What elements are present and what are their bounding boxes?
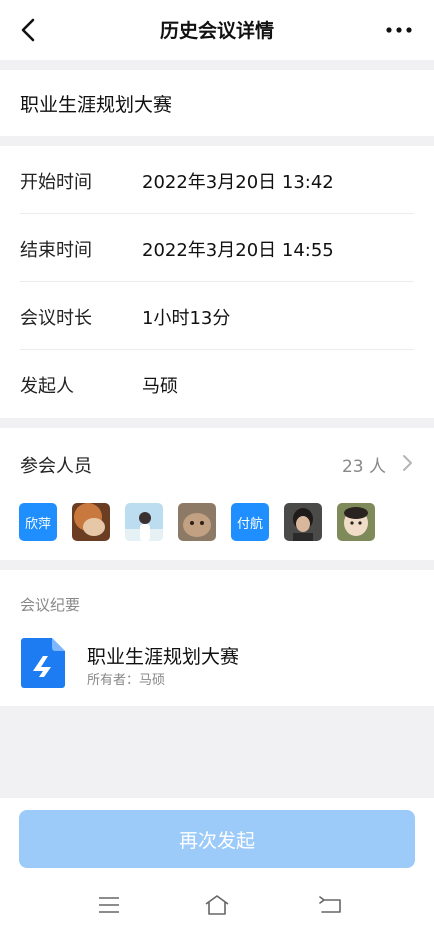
info-label: 开始时间 <box>20 172 92 193</box>
avatar[interactable] <box>337 503 375 541</box>
photo-avatar <box>178 503 216 541</box>
avatar[interactable]: 付航 <box>231 503 269 541</box>
meeting-info-card: 开始时间 2022年3月20日 13:42 结束时间 2022年3月20日 14… <box>0 146 434 418</box>
document-icon[interactable] <box>21 638 65 688</box>
photo-avatar <box>337 503 375 541</box>
avatar[interactable] <box>178 503 216 541</box>
more-horizontal-icon[interactable] <box>384 18 414 42</box>
summary-doc-title[interactable]: 职业生涯规划大赛 <box>87 642 239 669</box>
avatar[interactable]: 欣萍 <box>19 503 57 541</box>
info-value: 马硕 <box>142 376 178 397</box>
bottom-action-area: 再次发起 <box>0 798 434 931</box>
photo-avatar <box>125 503 163 541</box>
info-row-end-time: 结束时间 2022年3月20日 14:55 <box>0 214 434 282</box>
info-value: 2022年3月20日 13:42 <box>142 172 334 193</box>
page-title: 历史会议详情 <box>159 20 274 42</box>
info-row-duration: 会议时长 1小时13分 <box>0 282 434 350</box>
top-nav-bar: 历史会议详情 <box>0 0 434 60</box>
meeting-summary-card: 会议纪要 职业生涯规划大赛 所有者：马硕 <box>0 570 434 706</box>
photo-avatar <box>284 503 322 541</box>
chevron-right-icon[interactable] <box>400 454 414 472</box>
back-nav-icon[interactable] <box>318 894 344 916</box>
info-row-host: 发起人 马硕 <box>0 350 434 418</box>
avatar[interactable] <box>72 503 110 541</box>
attendees-card[interactable]: 参会人员 23 人 欣萍 付航 <box>0 428 434 560</box>
meeting-name-card: 职业生涯规划大赛 <box>0 70 434 136</box>
menu-icon[interactable] <box>96 894 122 916</box>
summary-doc-owner: 所有者：马硕 <box>87 673 166 688</box>
info-value: 2022年3月20日 14:55 <box>142 240 334 261</box>
avatar[interactable] <box>284 503 322 541</box>
attendees-label: 参会人员 <box>20 456 92 477</box>
avatar[interactable] <box>125 503 163 541</box>
attendees-count: 23 人 <box>341 457 386 477</box>
restart-meeting-button[interactable]: 再次发起 <box>19 810 415 868</box>
summary-label: 会议纪要 <box>20 596 81 614</box>
photo-avatar <box>72 503 110 541</box>
info-label: 会议时长 <box>20 308 92 329</box>
info-label: 结束时间 <box>20 240 92 261</box>
info-row-start-time: 开始时间 2022年3月20日 13:42 <box>0 146 434 214</box>
home-icon[interactable] <box>204 894 230 916</box>
meeting-name: 职业生涯规划大赛 <box>20 94 173 116</box>
info-label: 发起人 <box>20 376 74 397</box>
info-value: 1小时13分 <box>142 308 231 329</box>
